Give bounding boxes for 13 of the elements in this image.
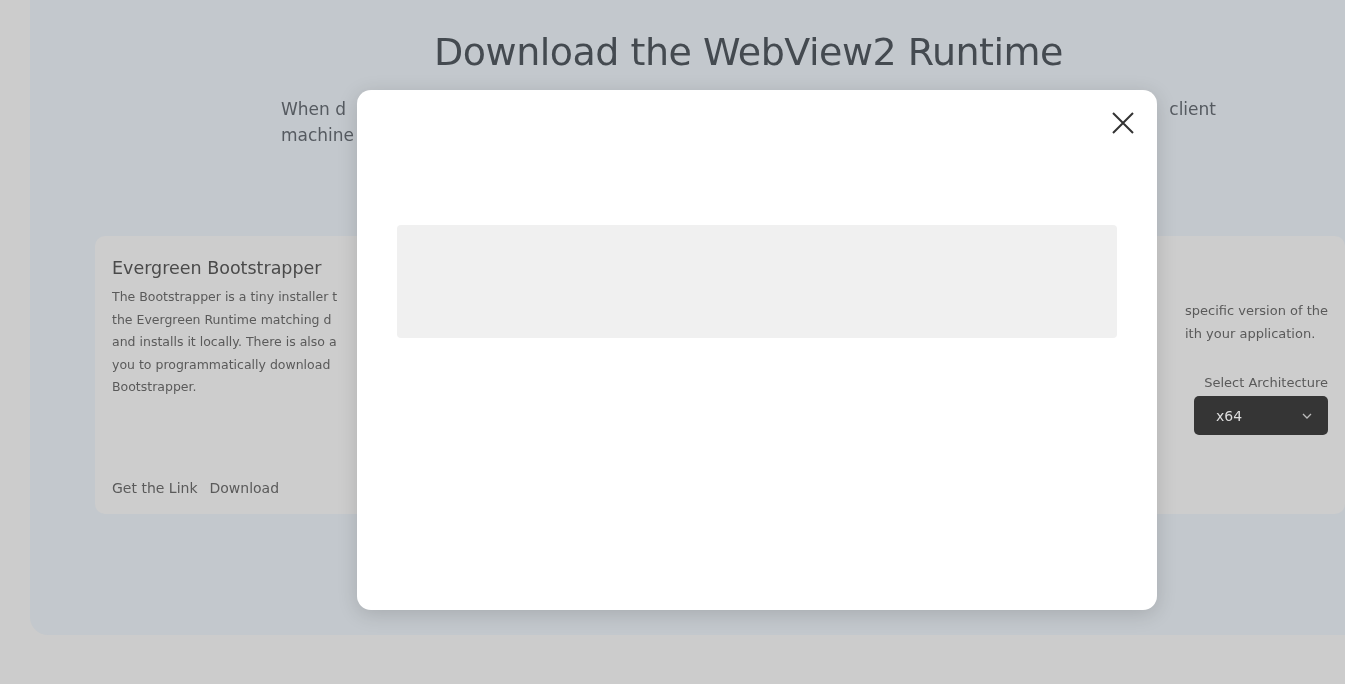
intro-text: client	[1169, 98, 1216, 121]
intro-text: machine	[281, 124, 355, 147]
intro-text: When d	[281, 98, 347, 121]
card-description: The Bootstrapper is a tiny installer t the Evergreen Runtime matching d and installs it locally. There is also a you to programmatically download Bootstrapper.	[112, 288, 339, 396]
card-description: specific version of the ith your application.	[1185, 302, 1328, 343]
architecture-dropdown[interactable]: x64	[1194, 396, 1328, 435]
download-link[interactable]: Download	[209, 480, 280, 496]
download-link[interactable]: Get the Link	[112, 480, 198, 496]
card-title: Evergreen Bootstrapper	[112, 258, 323, 278]
page-title: Download the WebView2 Runtime	[433, 30, 1064, 74]
close-icon[interactable]	[1112, 112, 1134, 134]
caret-icon	[1302, 412, 1312, 419]
architecture-label: Select Architecture	[1204, 375, 1328, 390]
